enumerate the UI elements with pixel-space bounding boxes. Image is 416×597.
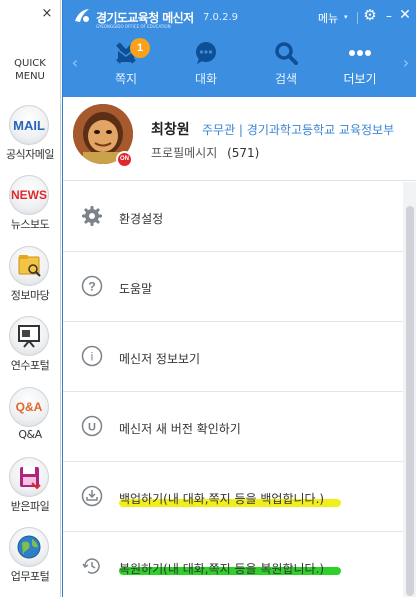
- app-logo-icon: [75, 9, 89, 22]
- unread-badge: 1: [130, 38, 150, 58]
- backup-icon: [81, 485, 103, 507]
- mail-icon-text: MAIL: [13, 118, 45, 133]
- tab-notes[interactable]: 1 쪽지: [91, 35, 161, 97]
- settings-item-help[interactable]: ? 도움말: [63, 252, 403, 322]
- settings-item-label: 백업하기(내 대화,쪽지 등을 백업합니다.): [119, 492, 325, 506]
- tab-bar: ‹ 1 쪽지 대화 검색 더보기 ›: [63, 35, 416, 97]
- profile-card: ON 최창원 주무관 | 경기과학고등학교 교육정보부 프로필메시지 (571): [63, 97, 416, 181]
- quick-item-label: 받은파일: [10, 500, 50, 513]
- profile-message[interactable]: 프로필메시지 (571): [151, 144, 259, 161]
- menu-button[interactable]: 메뉴: [318, 10, 338, 26]
- quick-item-label: 정보마당: [10, 289, 50, 302]
- settings-item-label: 복원하기(내 대화,쪽지 등을 복원합니다.): [119, 562, 325, 576]
- help-icon: ?: [81, 275, 103, 297]
- quick-item-qna[interactable]: Q&A Q&A: [0, 387, 60, 453]
- settings-item-label: 메신저 새 버전 확인하기: [119, 422, 241, 436]
- quick-item-news[interactable]: NEWS 뉴스보도: [0, 175, 60, 241]
- settings-item-about[interactable]: i 메신저 정보보기: [63, 322, 403, 392]
- quick-menu-title-line1: QUICK: [14, 58, 46, 69]
- settings-item-backup[interactable]: 백업하기(내 대화,쪽지 등을 백업합니다.): [63, 462, 403, 532]
- status-badge: ON: [116, 151, 133, 168]
- news-icon-text: NEWS: [11, 188, 47, 202]
- news-icon[interactable]: NEWS: [9, 175, 49, 215]
- quick-item-label: Q&A: [18, 428, 42, 441]
- quick-item-mail[interactable]: MAIL 공식자메일: [0, 105, 60, 171]
- settings-item-restore[interactable]: 복원하기(내 대화,쪽지 등을 복원합니다.): [63, 532, 403, 597]
- tab-label: 검색: [274, 72, 298, 86]
- quick-menu-close-icon[interactable]: ×: [40, 7, 54, 21]
- settings-item-preferences[interactable]: 환경설정: [63, 182, 403, 252]
- settings-item-label: 환경설정: [119, 212, 164, 226]
- chevron-left-icon[interactable]: ‹: [68, 53, 82, 73]
- app-version: 7.0.2.9: [203, 12, 238, 23]
- profile-message-count: (571): [227, 146, 260, 160]
- settings-item-label: 메신저 정보보기: [119, 352, 201, 366]
- scrollbar[interactable]: [403, 182, 416, 597]
- settings-list: 환경설정 ? 도움말 i 메신저 정보보기 U 메신저 새 버전 확인하기 백업…: [63, 182, 403, 597]
- tab-label: 더보기: [343, 72, 377, 86]
- update-icon: U: [81, 415, 103, 437]
- globe-icon[interactable]: [9, 527, 49, 567]
- floppy-icon[interactable]: [9, 457, 49, 497]
- scrollbar-thumb[interactable]: [406, 206, 414, 596]
- svg-text:U: U: [88, 422, 96, 434]
- quick-item-label: 공식자메일: [5, 148, 55, 161]
- profile-department: 주무관 | 경기과학고등학교 교육정보부: [202, 123, 395, 137]
- chevron-down-icon[interactable]: ▾: [344, 13, 348, 21]
- tab-label: 대화: [194, 72, 218, 86]
- quick-item-received-files[interactable]: 받은파일: [0, 457, 60, 523]
- mail-icon[interactable]: MAIL: [9, 105, 49, 145]
- restore-icon: [82, 558, 100, 574]
- quick-item-label: 연수포털: [10, 359, 50, 372]
- info-icon: i: [81, 345, 103, 367]
- gear-icon: [82, 206, 102, 226]
- tab-more[interactable]: 더보기: [325, 35, 395, 97]
- tab-chat[interactable]: 대화: [171, 35, 241, 97]
- quick-menu-title-line2: MENU: [15, 71, 45, 82]
- quick-item-label: 뉴스보도: [10, 218, 50, 231]
- quick-item-label: 업무포털: [10, 570, 50, 583]
- profile-name: 최창원: [151, 122, 190, 138]
- app-subtitle: GYEONGGIDO OFFICE OF EDUCATION: [96, 24, 171, 29]
- quick-item-training[interactable]: 연수포털: [0, 316, 60, 382]
- gear-icon[interactable]: ⚙: [362, 6, 378, 24]
- settings-item-check-update[interactable]: U 메신저 새 버전 확인하기: [63, 392, 403, 462]
- quick-item-work-portal[interactable]: 업무포털: [0, 527, 60, 593]
- search-icon: [275, 42, 298, 65]
- chevron-right-icon[interactable]: ›: [399, 53, 413, 73]
- divider: [357, 12, 358, 24]
- more-icon: [349, 50, 371, 56]
- folder-icon[interactable]: [9, 246, 49, 286]
- close-button[interactable]: ✕: [399, 7, 411, 23]
- profile-message-label: 프로필메시지: [151, 146, 218, 160]
- tab-search[interactable]: 검색: [251, 35, 321, 97]
- qna-icon[interactable]: Q&A: [9, 387, 49, 427]
- presentation-icon[interactable]: [9, 316, 49, 356]
- title-bar[interactable]: 경기도교육청 메신저 GYEONGGIDO OFFICE OF EDUCATIO…: [63, 0, 416, 35]
- tab-label: 쪽지: [114, 72, 138, 86]
- settings-item-label: 도움말: [119, 282, 153, 296]
- svg-text:i: i: [91, 350, 94, 364]
- minimize-button[interactable]: –: [383, 9, 395, 23]
- svg-text:?: ?: [88, 280, 95, 294]
- qna-icon-text: Q&A: [15, 400, 43, 414]
- chat-icon: [196, 42, 216, 64]
- messenger-window: 경기도교육청 메신저 GYEONGGIDO OFFICE OF EDUCATIO…: [62, 0, 416, 597]
- quick-menu: × QUICK MENU MAIL 공식자메일 NEWS 뉴스보도 정보마당 연…: [0, 0, 61, 597]
- quick-item-info[interactable]: 정보마당: [0, 246, 60, 312]
- quick-menu-title: QUICK MENU: [0, 57, 60, 83]
